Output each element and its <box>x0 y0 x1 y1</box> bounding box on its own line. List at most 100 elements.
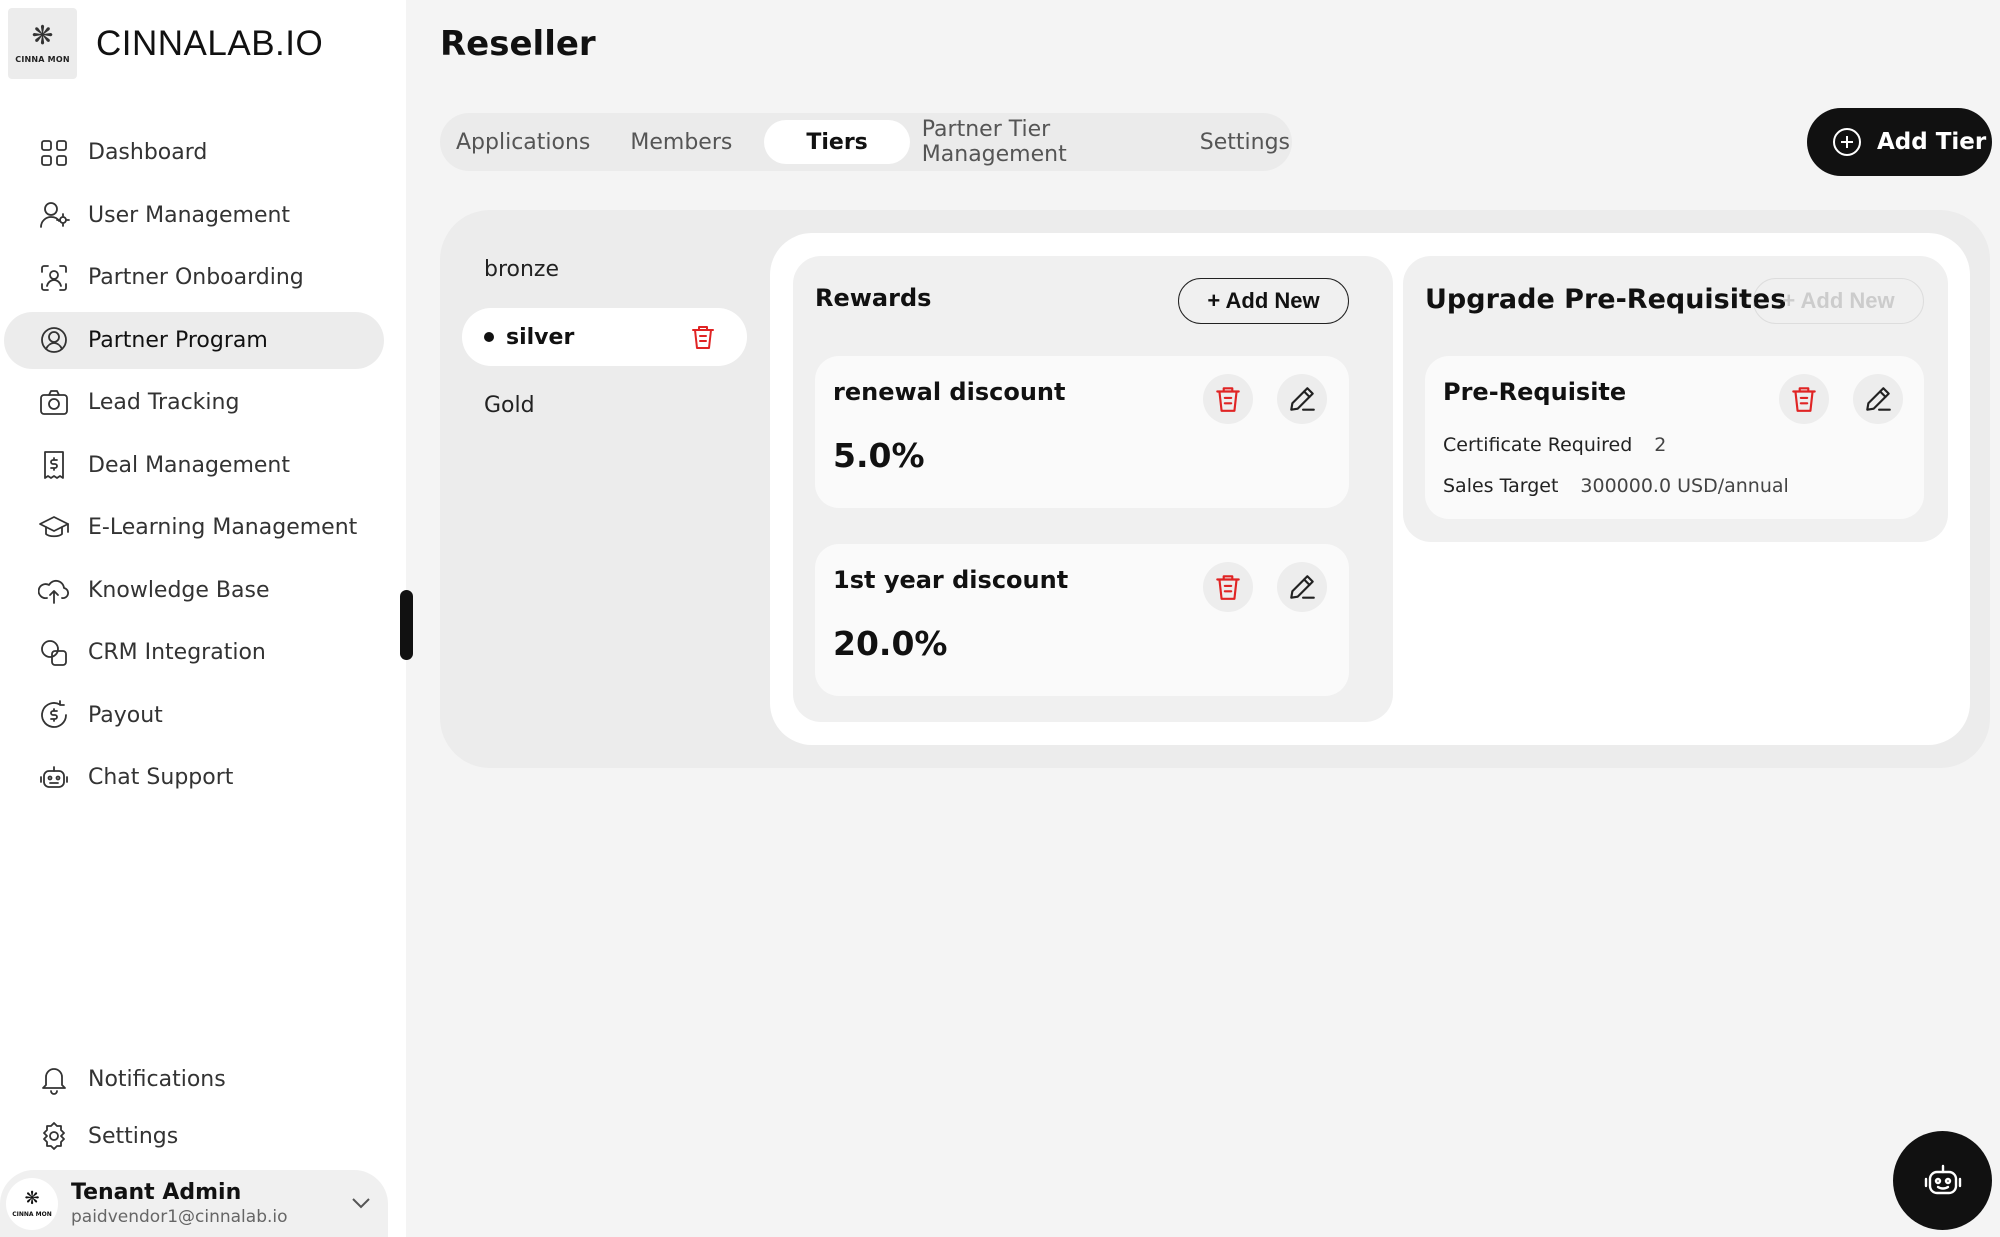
sidebar-item-partner-onboarding[interactable]: Partner Onboarding <box>4 249 384 306</box>
tab-applications[interactable]: Applications <box>454 120 592 164</box>
gear-icon <box>37 1119 71 1153</box>
sidebar-item-dashboard[interactable]: Dashboard <box>4 124 384 181</box>
reward-title: 1st year discount <box>833 566 1069 594</box>
sidebar-item-label: CRM Integration <box>88 640 266 665</box>
sidebar-item-notifications[interactable]: Notifications <box>4 1051 384 1107</box>
certificate-value: 2 <box>1654 434 1667 456</box>
user-management-icon <box>37 198 71 232</box>
avatar-logo-text: CINNA MON <box>12 1210 52 1218</box>
deal-management-icon <box>37 448 71 482</box>
trash-icon[interactable] <box>689 323 717 351</box>
reward-value: 5.0% <box>833 436 925 475</box>
tier-name: silver <box>506 324 575 350</box>
lead-tracking-icon <box>37 386 71 420</box>
tab-settings[interactable]: Settings <box>1198 120 1292 164</box>
edit-prerequisite-button[interactable] <box>1853 374 1903 424</box>
sidebar-item-lead-tracking[interactable]: Lead Tracking <box>4 374 384 431</box>
sidebar-item-label: Partner Onboarding <box>88 265 304 290</box>
cinnamon-logo-icon: ❋ <box>24 1187 40 1209</box>
sidebar-item-label: Payout <box>88 702 163 728</box>
sidebar-item-label: Lead Tracking <box>88 390 240 415</box>
reward-card: 1st year discount 20.0% <box>815 544 1349 696</box>
sidebar-item-user-management[interactable]: User Management <box>4 187 384 244</box>
sidebar-item-knowledge-base[interactable]: Knowledge Base <box>4 562 384 619</box>
edit-reward-button[interactable] <box>1277 562 1327 612</box>
add-tier-button[interactable]: Add Tier <box>1807 108 1992 176</box>
trash-icon <box>1216 575 1240 600</box>
tier-item-bronze[interactable]: bronze <box>462 240 747 298</box>
sidebar-item-label: Settings <box>88 1123 179 1149</box>
tier-item-silver[interactable]: silver <box>462 308 747 366</box>
pencil-icon <box>1290 387 1315 411</box>
reward-value: 20.0% <box>833 624 948 663</box>
tab-members[interactable]: Members <box>628 120 734 164</box>
avatar: ❋ CINNA MON <box>6 1177 58 1230</box>
sidebar-nav: Dashboard User Management Partner Onboar… <box>4 124 384 812</box>
sidebar-item-label: E-Learning Management <box>88 515 358 540</box>
tier-name: bronze <box>484 256 560 282</box>
chatbot-button[interactable] <box>1893 1131 1992 1230</box>
dashboard-icon <box>37 136 71 170</box>
prerequisites-section: Upgrade Pre-Requisites + Add New Pre-Req… <box>1403 256 1948 542</box>
rewards-section: Rewards + Add New renewal discount 5.0% … <box>793 256 1393 722</box>
brand-name: CINNALAB.IO <box>96 23 324 63</box>
tier-item-gold[interactable]: Gold <box>462 376 747 434</box>
trash-icon <box>1216 387 1240 412</box>
partner-program-icon <box>37 323 71 357</box>
sidebar-item-partner-program[interactable]: Partner Program <box>4 311 384 369</box>
sidebar-item-label: User Management <box>88 202 291 228</box>
tier-name: Gold <box>484 392 535 418</box>
pencil-icon <box>1290 575 1315 599</box>
cinnamon-logo-icon: ❋ <box>31 21 54 51</box>
edit-reward-button[interactable] <box>1277 374 1327 424</box>
add-reward-button[interactable]: + Add New <box>1178 278 1349 324</box>
logo-text: CINNA MON <box>15 55 70 64</box>
robot-icon <box>37 761 71 795</box>
sidebar-item-payout[interactable]: Payout <box>4 687 384 744</box>
sidebar-item-deal-management[interactable]: Deal Management <box>4 437 384 494</box>
sidebar-item-label: Dashboard <box>88 140 208 165</box>
prerequisites-title: Upgrade Pre-Requisites <box>1425 284 1787 315</box>
rewards-title: Rewards <box>815 284 932 312</box>
sidebar: ❋ CINNA MON CINNALAB.IO Dashboard User M… <box>0 0 406 1237</box>
delete-prerequisite-button[interactable] <box>1779 374 1829 424</box>
tab-partner-tier-management[interactable]: Partner Tier Management <box>920 117 1160 167</box>
page-title: Reseller <box>440 24 596 64</box>
sidebar-item-label: Knowledge Base <box>88 577 270 603</box>
sidebar-item-crm-integration[interactable]: CRM Integration <box>4 624 384 681</box>
tab-tiers[interactable]: Tiers <box>764 120 910 164</box>
sales-target-label: Sales Target <box>1443 475 1559 497</box>
prerequisite-card: Pre-Requisite Certificate Required 2 Sal… <box>1425 356 1924 519</box>
sales-target-row: Sales Target 300000.0 USD/annual <box>1443 475 1789 497</box>
cloud-upload-icon <box>37 573 71 607</box>
trash-icon <box>1792 387 1816 412</box>
sidebar-item-label: Partner Program <box>88 327 268 353</box>
delete-reward-button[interactable] <box>1203 562 1253 612</box>
graduation-cap-icon <box>37 511 71 545</box>
plus-circle-icon <box>1831 126 1863 158</box>
sidebar-bottom-nav: Notifications Settings <box>4 1051 384 1165</box>
certificate-row: Certificate Required 2 <box>1443 434 1666 456</box>
user-email: paidvendor1@cinnalab.io <box>71 1207 288 1227</box>
sales-target-value: 300000.0 USD/annual <box>1580 475 1789 497</box>
brand[interactable]: ❋ CINNA MON CINNALAB.IO <box>8 8 323 79</box>
sidebar-item-label: Chat Support <box>88 765 234 790</box>
tab-bar: Applications Members Tiers Partner Tier … <box>440 113 1292 171</box>
chevron-down-icon[interactable] <box>348 1190 374 1216</box>
delete-reward-button[interactable] <box>1203 374 1253 424</box>
user-profile-card[interactable]: ❋ CINNA MON Tenant Admin paidvendor1@cin… <box>0 1170 388 1237</box>
bell-icon <box>37 1062 71 1096</box>
add-prerequisite-button[interactable]: + Add New <box>1753 278 1924 324</box>
sidebar-scrollbar[interactable] <box>400 590 413 660</box>
sidebar-item-settings[interactable]: Settings <box>4 1108 384 1164</box>
reward-title: renewal discount <box>833 378 1066 406</box>
tiers-panel: bronze silver Gold Rewards + Add New ren… <box>440 210 1990 768</box>
partner-onboarding-icon <box>37 261 71 295</box>
selected-dot-icon <box>484 332 494 342</box>
user-text: Tenant Admin paidvendor1@cinnalab.io <box>71 1180 288 1227</box>
payout-icon <box>37 698 71 732</box>
sidebar-item-e-learning-management[interactable]: E-Learning Management <box>4 499 384 556</box>
tier-detail: Rewards + Add New renewal discount 5.0% … <box>770 233 1970 745</box>
crm-integration-icon <box>37 636 71 670</box>
sidebar-item-chat-support[interactable]: Chat Support <box>4 749 384 806</box>
